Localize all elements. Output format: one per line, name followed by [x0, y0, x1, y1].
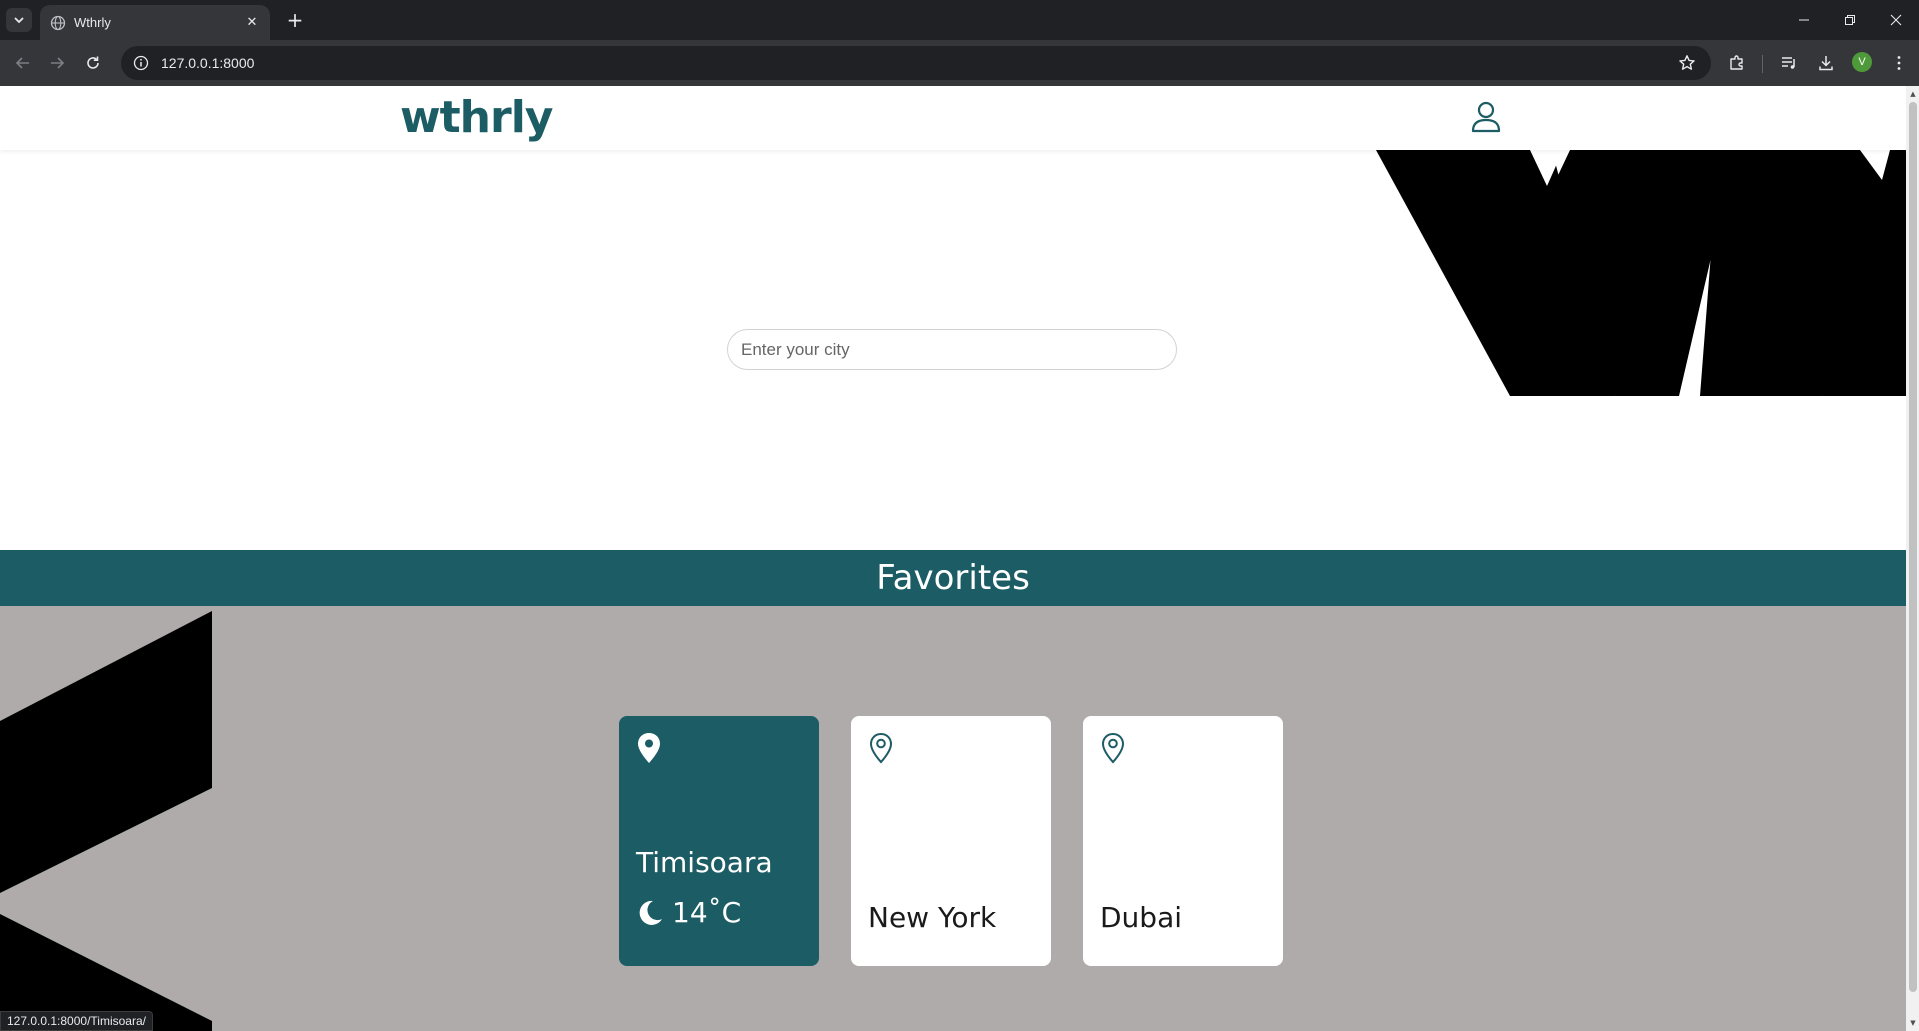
favorite-temperature: 14˚C — [672, 896, 742, 929]
browser-toolbar: 127.0.0.1:8000 — [0, 40, 1919, 86]
page-scrollbar[interactable]: ▲ ▼ — [1906, 86, 1919, 1031]
location-pin-icon — [869, 732, 893, 764]
menu-kebab-icon[interactable] — [1888, 52, 1910, 74]
tab-title: Wthrly — [74, 15, 111, 30]
favorite-card-timisoara[interactable]: Timisoara 14˚C — [619, 716, 819, 966]
minimize-icon — [1799, 19, 1809, 21]
decorative-k-shape — [0, 611, 212, 1031]
forward-button[interactable] — [44, 50, 70, 76]
minimize-button[interactable] — [1781, 0, 1827, 40]
tab-search-button[interactable] — [6, 8, 32, 32]
info-icon[interactable] — [133, 55, 149, 71]
scroll-down-arrow-icon[interactable]: ▼ — [1909, 1019, 1917, 1027]
browser-tab-strip: Wthrly ✕ + — [0, 0, 1919, 40]
new-tab-button[interactable]: + — [282, 8, 308, 32]
bookmark-star-icon[interactable] — [1677, 53, 1697, 73]
decorative-w-shape — [1376, 150, 1906, 396]
scrollbar-thumb[interactable] — [1909, 102, 1917, 992]
profile-avatar[interactable]: V — [1852, 52, 1872, 72]
extensions-icon[interactable] — [1726, 52, 1748, 74]
site-logo[interactable]: wthrly — [400, 92, 553, 143]
favorite-city-name: Dubai — [1100, 901, 1183, 934]
restore-icon — [1845, 15, 1855, 25]
close-icon — [1890, 14, 1902, 26]
tab-close-icon[interactable]: ✕ — [240, 15, 264, 30]
favorites-section: Timisoara 14˚C New York Dubai — [0, 606, 1906, 1031]
download-icon[interactable] — [1815, 52, 1837, 74]
back-button[interactable] — [10, 50, 36, 76]
favorite-card-new-york[interactable]: New York — [851, 716, 1051, 966]
hero-section — [0, 150, 1906, 550]
location-pin-icon — [638, 733, 660, 763]
arrow-right-icon — [51, 57, 65, 69]
address-bar[interactable]: 127.0.0.1:8000 — [121, 46, 1711, 80]
favorites-title: Favorites — [876, 558, 1030, 598]
city-search-input[interactable] — [727, 329, 1177, 370]
user-icon[interactable] — [1470, 100, 1502, 134]
reload-icon — [87, 56, 99, 69]
url-text: 127.0.0.1:8000 — [161, 55, 255, 71]
scroll-up-arrow-icon[interactable]: ▲ — [1909, 90, 1917, 98]
toolbar-divider — [1762, 55, 1763, 73]
globe-icon — [50, 15, 66, 30]
location-pin-icon — [1101, 732, 1125, 764]
page-viewport: wthrly Favorites — [0, 86, 1906, 1031]
favorite-card-dubai[interactable]: Dubai — [1083, 716, 1283, 966]
favorites-header: Favorites — [0, 550, 1906, 606]
favorite-city-name: Timisoara — [636, 846, 773, 879]
chevron-down-icon — [14, 17, 24, 24]
media-controls-icon[interactable] — [1778, 52, 1800, 74]
moon-icon — [639, 900, 662, 925]
arrow-left-icon — [15, 57, 29, 69]
link-status-bubble: 127.0.0.1:8000/Timisoara/ — [0, 1011, 153, 1031]
browser-tab[interactable]: Wthrly ✕ — [40, 5, 270, 40]
site-header: wthrly — [0, 86, 1906, 150]
restore-button[interactable] — [1827, 0, 1873, 40]
favorite-weather: 14˚C — [636, 896, 741, 929]
reload-button[interactable] — [80, 50, 106, 76]
close-window-button[interactable] — [1873, 0, 1919, 40]
favorite-city-name: New York — [868, 901, 997, 934]
